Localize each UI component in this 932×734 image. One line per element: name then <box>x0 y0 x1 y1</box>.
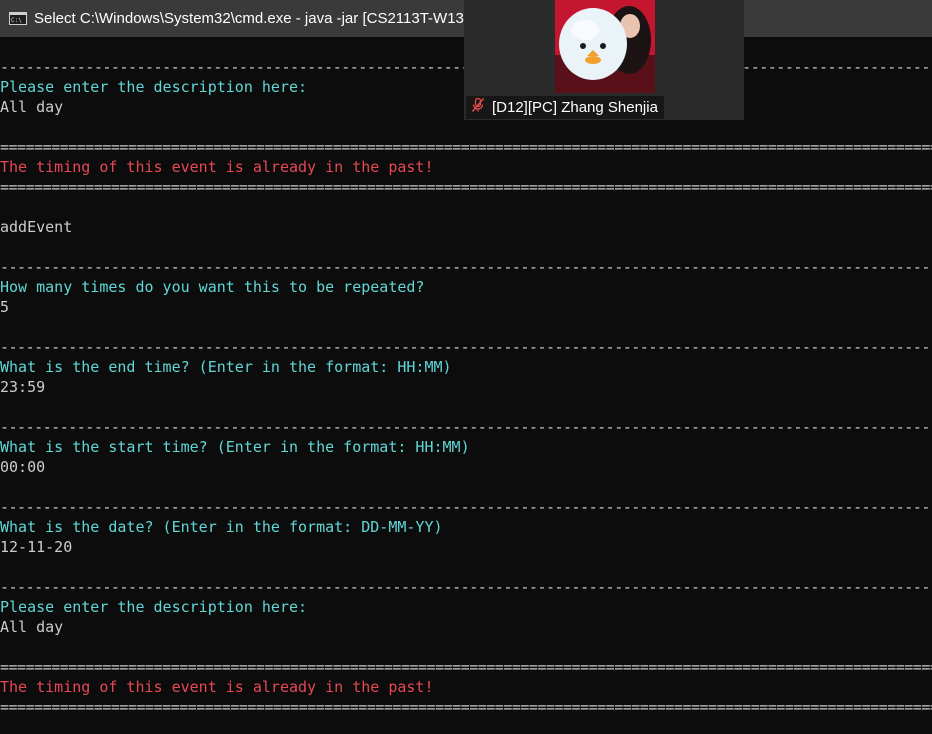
prompt-line: What is the date? (Enter in the format: … <box>0 518 443 536</box>
input-line: addEvent <box>0 218 73 236</box>
separator-dash: ----------------------------------------… <box>0 498 932 516</box>
prompt-line: What is the end time? (Enter in the form… <box>0 358 452 376</box>
cmd-app-icon: C:\ <box>9 12 27 25</box>
input-line: 00:00 <box>0 458 46 476</box>
separator-dash: ----------------------------------------… <box>0 338 932 356</box>
input-line: 5 <box>0 298 10 316</box>
svg-text:C:\: C:\ <box>11 17 22 23</box>
console-output[interactable]: ----------------------------------------… <box>0 37 932 734</box>
separator-equals: ========================================… <box>0 698 932 716</box>
participant-video <box>555 0 655 93</box>
prompt-line: What is the start time? (Enter in the fo… <box>0 438 470 456</box>
separator-equals: ========================================… <box>0 138 932 156</box>
participant-name-bar: [D12][PC] Zhang Shenjia <box>466 96 664 119</box>
prompt-line: How many times do you want this to be re… <box>0 278 425 296</box>
separator-equals: ========================================… <box>0 658 932 676</box>
input-line: 23:59 <box>0 378 46 396</box>
input-line: All day <box>0 618 64 636</box>
separator-dash: ----------------------------------------… <box>0 258 932 276</box>
participant-name: [D12][PC] Zhang Shenjia <box>492 99 658 116</box>
separator-dash: ----------------------------------------… <box>0 578 932 596</box>
separator-equals: ========================================… <box>0 178 932 196</box>
video-call-tile[interactable]: [D12][PC] Zhang Shenjia <box>464 0 744 120</box>
separator-dash: ----------------------------------------… <box>0 418 932 436</box>
prompt-line: Please enter the description here: <box>0 598 308 616</box>
window-title: Select C:\Windows\System32\cmd.exe - jav… <box>34 10 469 27</box>
input-line: 12-11-20 <box>0 538 73 556</box>
error-line: The timing of this event is already in t… <box>0 158 434 176</box>
error-line: The timing of this event is already in t… <box>0 678 434 696</box>
cmd-window[interactable]: C:\ Select C:\Windows\System32\cmd.exe -… <box>0 0 932 734</box>
mic-muted-icon <box>471 97 485 117</box>
